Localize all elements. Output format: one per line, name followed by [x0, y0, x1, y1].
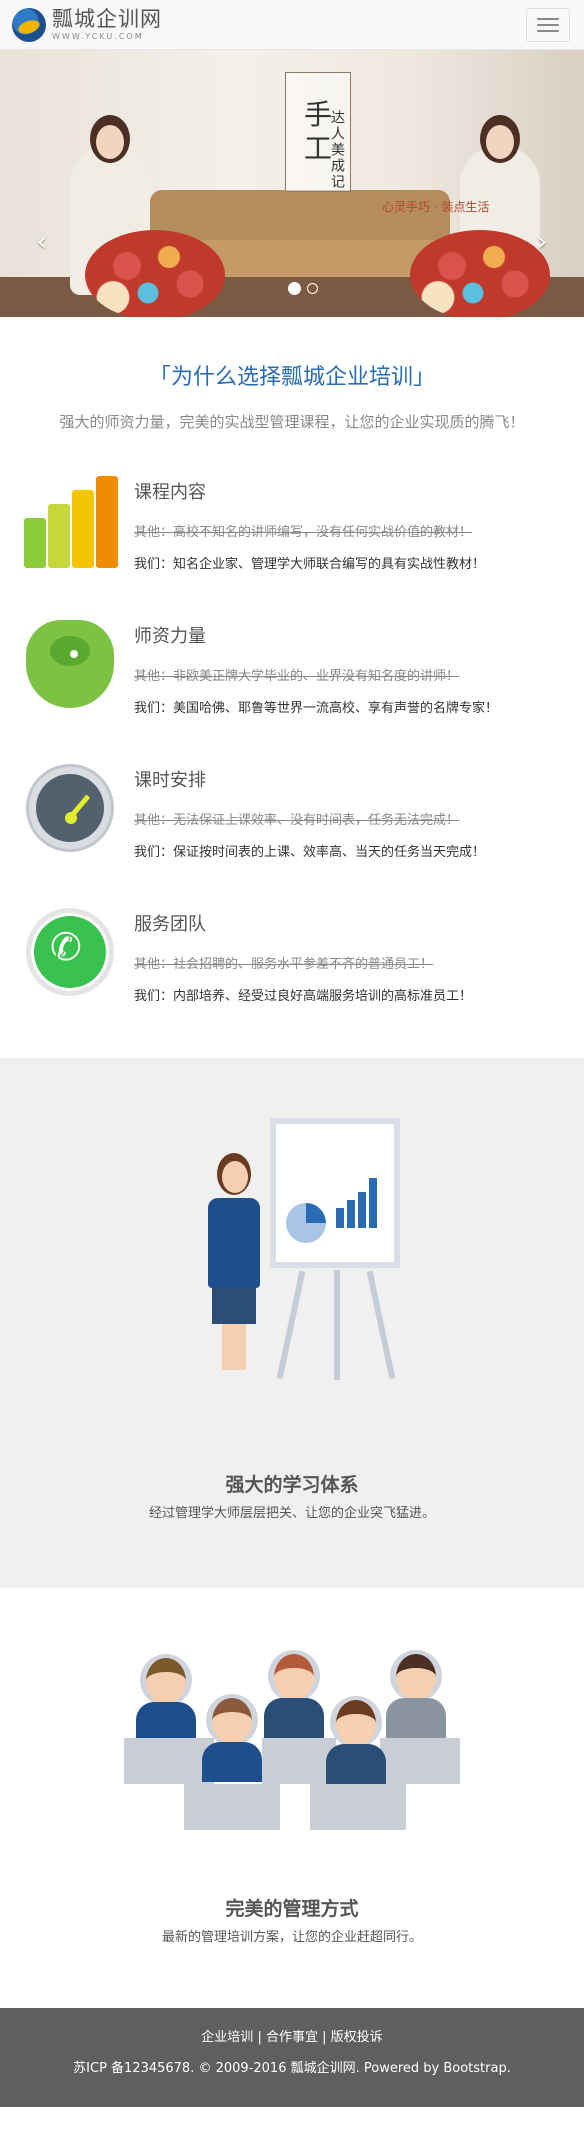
- footer-copyright: 苏ICP 备12345678. © 2009-2016 瓢城企训网. Power…: [73, 2061, 511, 2076]
- feature-us-text: 我们：内部培养、经受过良好高端服务培训的高标准员工！: [134, 989, 473, 1004]
- feature-item: 课时安排 其他：无法保证上课效率、没有时间表，任务无法完成！ 我们：保证按时间表…: [22, 760, 562, 860]
- hero-carousel[interactable]: 手 工 达人美成记 心灵手巧 · 装点生活 ‹ ›: [0, 50, 584, 317]
- system-subtitle: 经过管理学大师层层把关、让您的企业突飞猛进。: [148, 1506, 435, 1521]
- logo-icon: [12, 7, 46, 42]
- easel-leg: [276, 1270, 306, 1380]
- brand-logo[interactable]: 瓢城企训网 WWW.YCKU.COM: [12, 6, 162, 42]
- desk-illustration: [184, 1784, 280, 1830]
- feature-title: 课时安排: [134, 770, 206, 791]
- desk-illustration: [380, 1738, 460, 1784]
- carousel-next-arrow-icon[interactable]: ›: [530, 227, 554, 257]
- management-title: 完美的管理方式: [225, 1898, 359, 1920]
- footer-links: 企业培训 | 合作事宜 | 版权投诉: [0, 2026, 584, 2045]
- teacher-skirt: [212, 1288, 256, 1324]
- feature-item: ✆ 服务团队 其他：社会招聘的、服务水平参差不齐的普通员工！ 我们：内部培养、经…: [22, 904, 562, 1004]
- crochet-blanket-left: [85, 230, 225, 317]
- feature-item: 师资力量 其他：非欧美正牌大学毕业的、业界没有知名度的讲师！ 我们：美国哈佛、耶…: [22, 616, 562, 716]
- management-section: 完美的管理方式 最新的管理培训方案，让您的企业赶超同行。: [0, 1588, 584, 2008]
- elephant-icon: [22, 616, 118, 712]
- section-title: 「为什么选择瓢城企业培训」: [148, 365, 435, 390]
- learning-system-section: 强大的学习体系 经过管理学大师层层把关、让您的企业突飞猛进。: [0, 1058, 584, 1588]
- footer-link-copyright-complaint[interactable]: 版权投诉: [331, 2030, 383, 2045]
- brand-name: 瓢城企训网: [52, 6, 162, 31]
- footer: 企业培训 | 合作事宜 | 版权投诉 苏ICP 备12345678. © 200…: [0, 2008, 584, 2107]
- footer-link-training[interactable]: 企业培训: [201, 2030, 253, 2045]
- mini-bar: [369, 1178, 377, 1228]
- carousel-indicators: [288, 282, 318, 295]
- slogan-side-text: 达人美成记: [329, 110, 345, 190]
- teacher-face: [222, 1161, 248, 1193]
- management-subtitle: 最新的管理培训方案，让您的企业赶超同行。: [161, 1930, 422, 1945]
- feature-list: 课程内容 其他：高校不知名的讲师编写，没有任何实战价值的教材！ 我们：知名企业家…: [0, 432, 584, 1004]
- navbar: 瓢城企训网 WWW.YCKU.COM: [0, 0, 584, 50]
- mini-bar: [358, 1192, 366, 1228]
- brand-url: WWW.YCKU.COM: [52, 31, 144, 41]
- mini-bar: [347, 1200, 355, 1228]
- feature-other-text: 其他：社会招聘的、服务水平参差不齐的普通员工！: [134, 957, 434, 972]
- system-title: 强大的学习体系: [225, 1474, 359, 1496]
- footer-link-cooperation[interactable]: 合作事宜: [266, 2030, 318, 2045]
- feature-other-text: 其他：高校不知名的讲师编写，没有任何实战价值的教材！: [134, 525, 473, 540]
- pie-chart-illustration: [286, 1203, 326, 1243]
- feature-other-text: 其他：非欧美正牌大学毕业的、业界没有知名度的讲师！: [134, 669, 460, 684]
- hamburger-line: [537, 23, 559, 26]
- feature-us-text: 我们：知名企业家、管理学大师联合编写的具有实战性教材！: [134, 557, 486, 572]
- feature-title: 课程内容: [134, 482, 206, 503]
- section-subtitle: 强大的师资力量，完美的实战型管理课程，让您的企业实现质的腾飞！: [59, 413, 525, 431]
- hamburger-line: [537, 17, 559, 20]
- phone-icon: ✆: [22, 904, 118, 1000]
- why-section: 「为什么选择瓢城企业培训」 强大的师资力量，完美的实战型管理课程，让您的企业实现…: [0, 317, 584, 1058]
- carousel-indicator-active[interactable]: [288, 282, 301, 295]
- teacher-legs: [222, 1324, 246, 1370]
- hamburger-menu-button[interactable]: [526, 7, 570, 42]
- bar-chart-icon: [22, 472, 118, 568]
- footer-separator: |: [257, 2030, 262, 2045]
- teacher-body: [208, 1198, 260, 1288]
- feature-other-text: 其他：无法保证上课效率、没有时间表，任务无法完成！: [134, 813, 460, 828]
- slogan-subtitle: 心灵手巧 · 装点生活: [382, 200, 490, 214]
- feature-us-text: 我们：美国哈佛、耶鲁等世界一流高校、享有声誉的名牌专家！: [134, 701, 499, 716]
- feature-us-text: 我们：保证按时间表的上课、效率高、当天的任务当天完成！: [134, 845, 486, 860]
- easel-leg: [366, 1270, 396, 1380]
- feature-title: 服务团队: [134, 914, 206, 935]
- desk-illustration: [310, 1784, 406, 1830]
- carousel-indicator[interactable]: [307, 283, 318, 294]
- desk-illustration: [124, 1738, 214, 1784]
- stopwatch-icon: [22, 760, 118, 856]
- desk-illustration: [262, 1738, 336, 1784]
- mini-bar: [336, 1208, 344, 1228]
- feature-title: 师资力量: [134, 626, 206, 647]
- easel-leg: [334, 1270, 340, 1380]
- feature-item: 课程内容 其他：高校不知名的讲师编写，没有任何实战价值的教材！ 我们：知名企业家…: [22, 472, 562, 572]
- footer-separator: |: [322, 2030, 327, 2045]
- hamburger-line: [537, 29, 559, 32]
- crochet-blanket-right: [410, 230, 550, 317]
- carousel-prev-arrow-icon[interactable]: ‹: [30, 227, 54, 257]
